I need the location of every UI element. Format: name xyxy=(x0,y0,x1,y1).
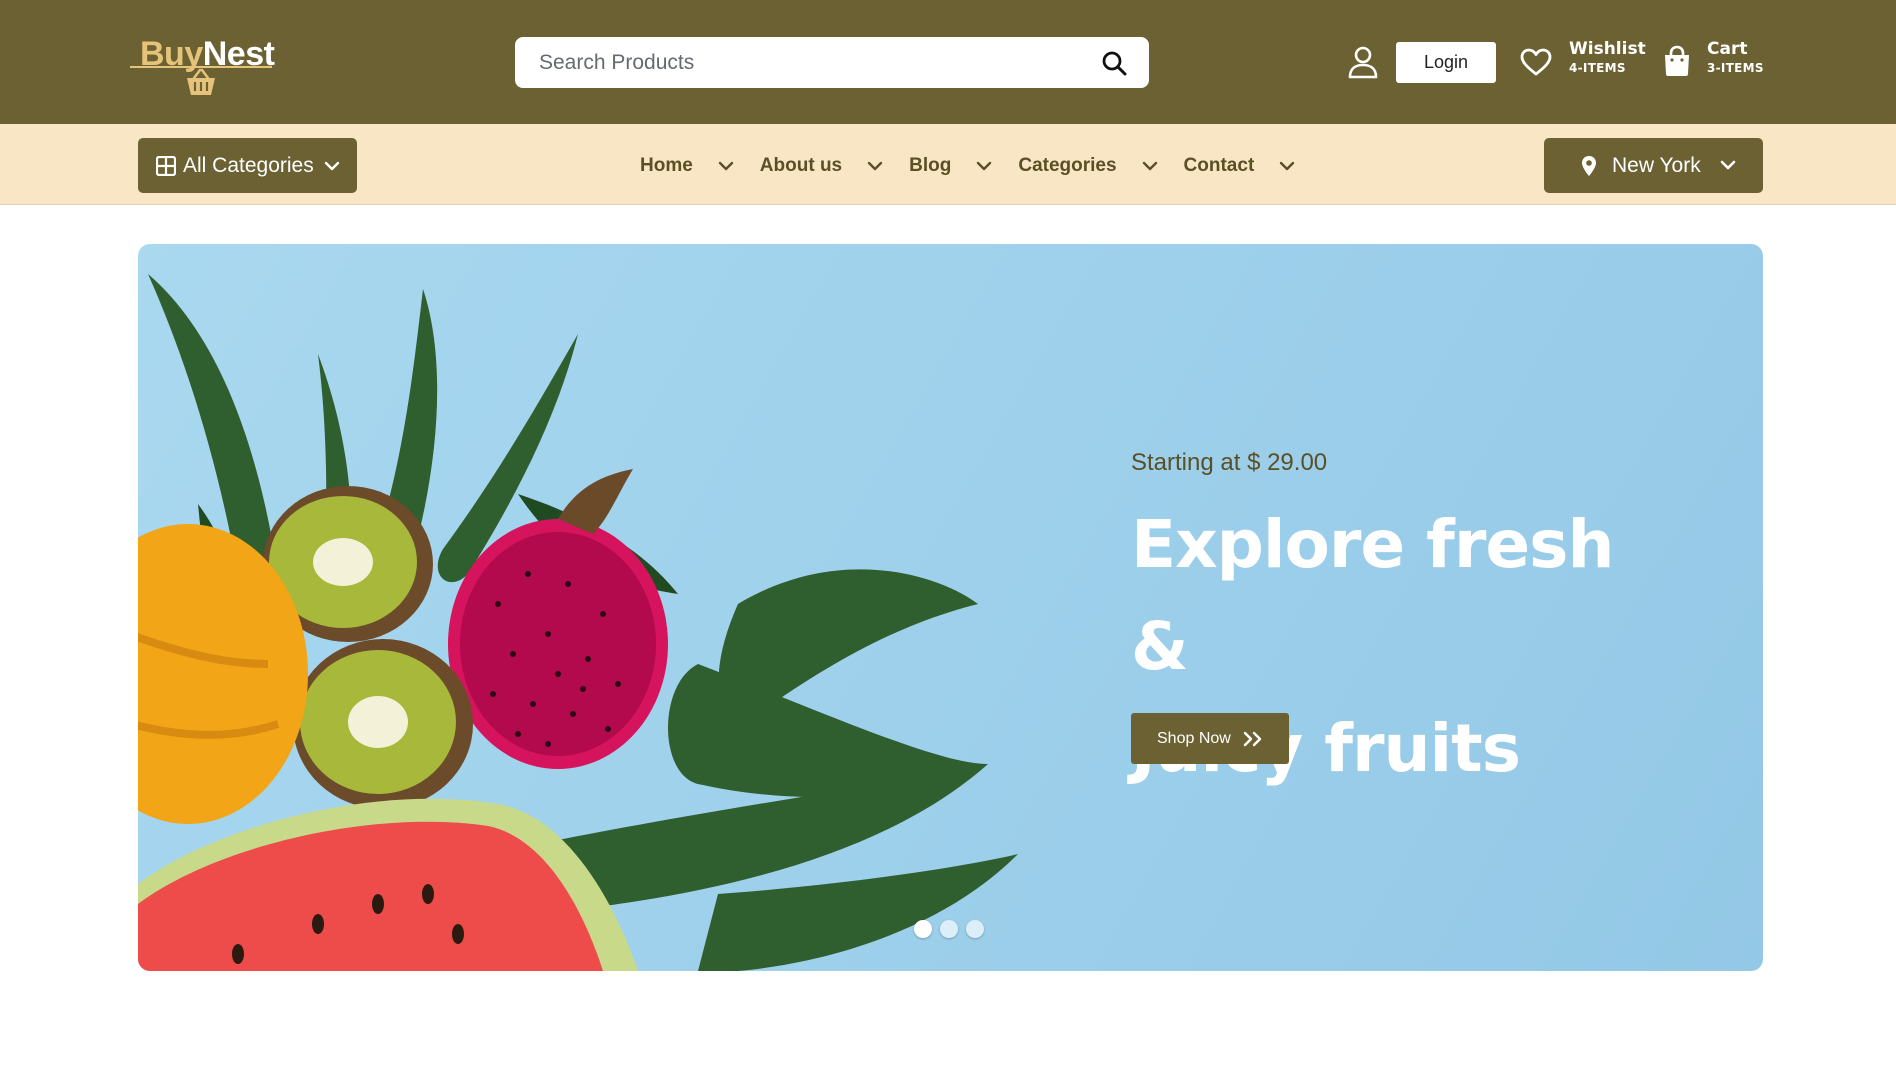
hero-banner: Starting at $ 29.00 Explore fresh & Juic… xyxy=(138,244,1763,971)
search-bar xyxy=(515,37,1149,88)
nav-item-label: Blog xyxy=(909,155,952,176)
nav-item-blog[interactable]: Blog xyxy=(909,155,1018,177)
hero-subtitle: Starting at $ 29.00 xyxy=(1131,449,1328,476)
search-icon[interactable] xyxy=(1101,50,1127,76)
all-categories-button[interactable]: All Categories xyxy=(138,138,357,193)
user-icon[interactable] xyxy=(1348,45,1378,79)
nav-item-contact[interactable]: Contact xyxy=(1184,155,1322,177)
wishlist-count: 4-ITEMS xyxy=(1569,61,1626,75)
nav-item-home[interactable]: Home xyxy=(640,155,760,177)
slider-dot-3[interactable] xyxy=(966,920,984,938)
nav-menu: Home About us Blog Categories Contact xyxy=(640,148,1321,184)
shopping-bag-icon[interactable] xyxy=(1662,45,1692,78)
shop-now-button[interactable]: Shop Now xyxy=(1131,713,1289,764)
nav-item-label: About us xyxy=(759,155,843,176)
chevron-down-icon xyxy=(718,161,733,171)
grid-icon xyxy=(156,155,176,176)
chevron-down-icon xyxy=(324,161,339,170)
slider-dot-1[interactable] xyxy=(914,920,932,938)
nav-item-label: Contact xyxy=(1183,155,1255,176)
main-nav: All Categories Home About us Blog Catego… xyxy=(0,124,1896,205)
nav-item-categories[interactable]: Categories xyxy=(1018,155,1183,177)
location-selector[interactable]: New York xyxy=(1544,138,1763,193)
login-button[interactable]: Login xyxy=(1396,42,1496,83)
hero-title-line1: Explore fresh & xyxy=(1131,506,1614,685)
nav-item-about[interactable]: About us xyxy=(760,155,909,177)
double-chevron-right-icon xyxy=(1243,731,1262,746)
chevron-down-icon xyxy=(1720,160,1736,170)
chevron-down-icon xyxy=(1142,161,1157,171)
all-categories-label: All Categories xyxy=(183,153,314,177)
chevron-down-icon xyxy=(867,161,883,171)
wishlist-link[interactable]: Wishlist 4-ITEMS xyxy=(1569,38,1646,76)
nav-item-label: Home xyxy=(640,155,693,176)
chevron-down-icon xyxy=(1280,161,1295,171)
top-header: BuyNest Login Wishlist 4-ITEMS Cart 3-IT… xyxy=(0,0,1896,124)
slider-dot-2[interactable] xyxy=(940,920,958,938)
search-input[interactable] xyxy=(515,37,1075,88)
map-pin-icon xyxy=(1582,155,1596,176)
chevron-down-icon xyxy=(977,161,992,171)
wishlist-label: Wishlist xyxy=(1569,39,1646,59)
shop-now-label: Shop Now xyxy=(1157,729,1231,747)
cart-count: 3-ITEMS xyxy=(1707,61,1764,75)
basket-icon xyxy=(187,68,215,95)
heart-icon[interactable] xyxy=(1520,48,1552,76)
cart-link[interactable]: Cart 3-ITEMS xyxy=(1707,38,1764,76)
slider-dots xyxy=(914,920,984,938)
cart-label: Cart xyxy=(1707,39,1748,59)
logo[interactable]: BuyNest xyxy=(130,34,280,100)
nav-item-label: Categories xyxy=(1018,155,1117,176)
location-label: New York xyxy=(1612,153,1701,177)
